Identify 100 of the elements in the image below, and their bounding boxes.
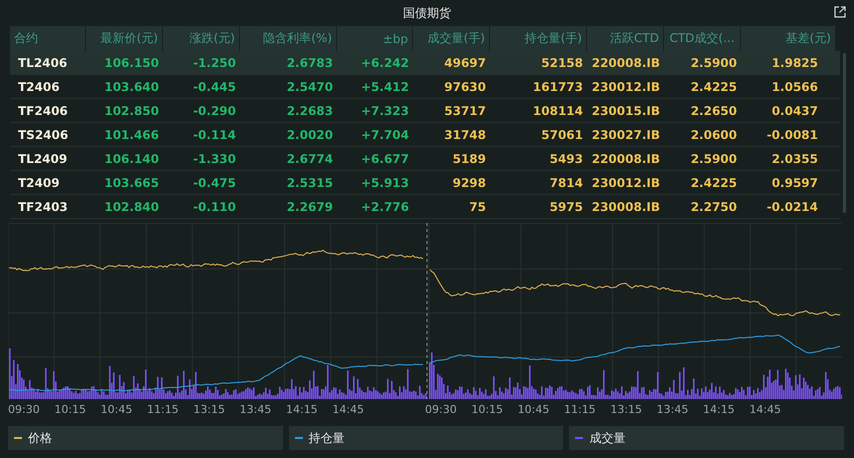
table-cell-text: 2.4225 [690, 174, 738, 192]
table-cell-text: +2.776 [360, 198, 410, 216]
table-cell-text: 5189 [452, 150, 487, 168]
table-cell-text: 220008.IB [590, 54, 661, 72]
table-cell-text: 2.2650 [690, 102, 738, 120]
time-label: 14:15 [702, 402, 736, 416]
table-cell-text: 2.5315 [286, 174, 334, 192]
table-cell-text: 220008.IB [590, 150, 661, 168]
time-label: 13:15 [610, 402, 644, 416]
table-cell-text: 2.0600 [690, 126, 738, 144]
table-cell-text: 2.4225 [690, 78, 738, 96]
column-header[interactable]: ±bp [337, 26, 413, 51]
time-label: 09:30 [8, 402, 41, 416]
table-cell-text: -0.475 [192, 174, 237, 192]
table-cell-text: 5493 [548, 150, 584, 168]
panel-title: 国债期货 [403, 4, 451, 22]
table-cell-text: 102.850 [103, 102, 160, 120]
legend-label: 成交量 [589, 430, 626, 446]
time-label: 14:15 [286, 402, 319, 416]
time-label: 13:45 [656, 402, 690, 416]
table-cell-text: +7.704 [360, 126, 410, 144]
time-label: 11:15 [564, 402, 597, 416]
legend-label: 持仓量 [308, 430, 345, 446]
table-cell-text: 31748 [443, 126, 487, 144]
table-cell-text: 2.2679 [286, 198, 334, 216]
legend-label: 价格 [28, 430, 52, 446]
table-cell-text: 2.5900 [690, 54, 738, 72]
table-cell-text: +6.677 [360, 150, 410, 168]
table-row[interactable]: T2409 103.665 -0.475 2.5315 +5.913 9298 7814 230012.IB 2.4225 0.9597 [10, 171, 840, 195]
table-cell-text: T2409 [17, 174, 61, 192]
table-cell-text: 230012.IB [590, 174, 661, 192]
table-row[interactable]: T2406 103.640 -0.445 2.5470 +5.412 97630 161773 230012.IB 2.4225 1.0566 [10, 75, 840, 99]
table-cell-text: 0.0437 [770, 102, 819, 120]
table-cell-text: +7.323 [360, 102, 410, 120]
table-cell-text: 2.2750 [690, 198, 738, 216]
table-cell-text: 2.5900 [690, 150, 738, 168]
column-header[interactable]: 合约 [10, 26, 86, 51]
table-cell-text: 7814 [548, 174, 584, 192]
table-cell-text: 57061 [540, 126, 584, 144]
table-cell-text: 106.140 [103, 150, 160, 168]
legend-item[interactable]: 持仓量 [288, 426, 564, 450]
table-cell-text: 230015.IB [590, 102, 661, 120]
table-cell-text: TF2406 [17, 102, 69, 120]
time-label: 14:45 [332, 402, 366, 416]
table-row[interactable]: TF2403 102.840 -0.110 2.2679 +2.776 75 5975 230008.IB 2.2750 -0.0214 [10, 195, 840, 219]
table-cell-text: 2.0355 [770, 150, 819, 168]
table-cell-text: -0.0081 [766, 126, 819, 144]
table-cell-text: TL2406 [17, 54, 68, 72]
column-header[interactable]: CTD成交(... [664, 26, 741, 51]
table-cell-text: 75 [468, 198, 487, 216]
time-label: 10:15 [471, 402, 504, 416]
column-header[interactable]: 活跃CTD [587, 26, 664, 51]
table-cell-text: 103.640 [103, 78, 160, 96]
table-cell-text: TS2406 [17, 126, 70, 144]
table-cell-text: 230027.IB [590, 126, 661, 144]
table-row[interactable]: TS2406 101.466 -0.114 2.0020 +7.704 31748 57061 230027.IB 2.0600 -0.0081 [10, 123, 840, 147]
column-header[interactable]: 基差(元) [741, 26, 836, 51]
table-cell-text: -0.290 [192, 102, 237, 120]
table-cell-text: 103.665 [103, 174, 160, 192]
time-label: 09:30 [425, 402, 458, 416]
table-row[interactable]: TF2406 102.850 -0.290 2.2683 +7.323 53717 108114 230015.IB 2.2650 0.0437 [10, 99, 840, 123]
table-cell-text: 2.6783 [286, 54, 334, 72]
table-cell-text: +5.412 [360, 78, 410, 96]
table-cell-text: -0.445 [192, 78, 237, 96]
popout-icon[interactable] [834, 6, 846, 18]
time-label: 14:45 [749, 402, 782, 416]
time-label: 13:45 [240, 402, 272, 416]
table-cell-text: 1.0566 [770, 78, 819, 96]
time-label: 10:45 [100, 402, 134, 416]
time-label: 13:15 [193, 402, 226, 416]
table-cell-text: TL2409 [17, 150, 68, 168]
table-cell-text: -1.330 [192, 150, 237, 168]
table-cell-text: 1.9825 [770, 54, 819, 72]
table-cell-text: 2.0020 [286, 126, 334, 144]
legend-item[interactable]: 成交量 [569, 426, 844, 450]
column-header[interactable]: 持仓量(手) [490, 26, 587, 51]
table-cell-text: 108114 [532, 102, 584, 120]
table-cell-text: +5.913 [360, 174, 410, 192]
time-label: 11:15 [146, 402, 180, 416]
table-cell-text: 0.9597 [770, 174, 819, 192]
table-cell-text: 2.5470 [286, 78, 334, 96]
legend-item[interactable]: 价格 [8, 426, 283, 450]
table-cell-text: 9298 [452, 174, 487, 192]
table-cell-text: -1.250 [192, 54, 237, 72]
column-header[interactable]: 成交量(手) [413, 26, 490, 51]
table-cell-text: 97630 [443, 78, 487, 96]
time-label: 10:15 [54, 402, 88, 416]
column-header[interactable]: 涨跌(元) [163, 26, 240, 51]
column-header[interactable]: 最新价(元) [86, 26, 163, 51]
table-cell-text: 5975 [548, 198, 584, 216]
table-row[interactable]: TL2406 106.150 -1.250 2.6783 +6.242 49697 52158 220008.IB 2.5900 1.9825 [10, 51, 840, 75]
table-cell-text: 101.466 [103, 126, 160, 144]
table-cell-text: 49697 [443, 54, 487, 72]
table-row[interactable]: TL2409 106.140 -1.330 2.6774 +6.677 5189 5493 220008.IB 2.5900 2.0355 [10, 147, 840, 171]
table-cell-text: 161773 [532, 78, 584, 96]
scrollbar[interactable] [843, 53, 846, 213]
table-cell-text: 53717 [443, 102, 487, 120]
table-cell-text: +6.242 [360, 54, 410, 72]
column-header[interactable]: 隐含利率(%) [240, 26, 337, 51]
table-cell-text: TF2403 [17, 198, 69, 216]
